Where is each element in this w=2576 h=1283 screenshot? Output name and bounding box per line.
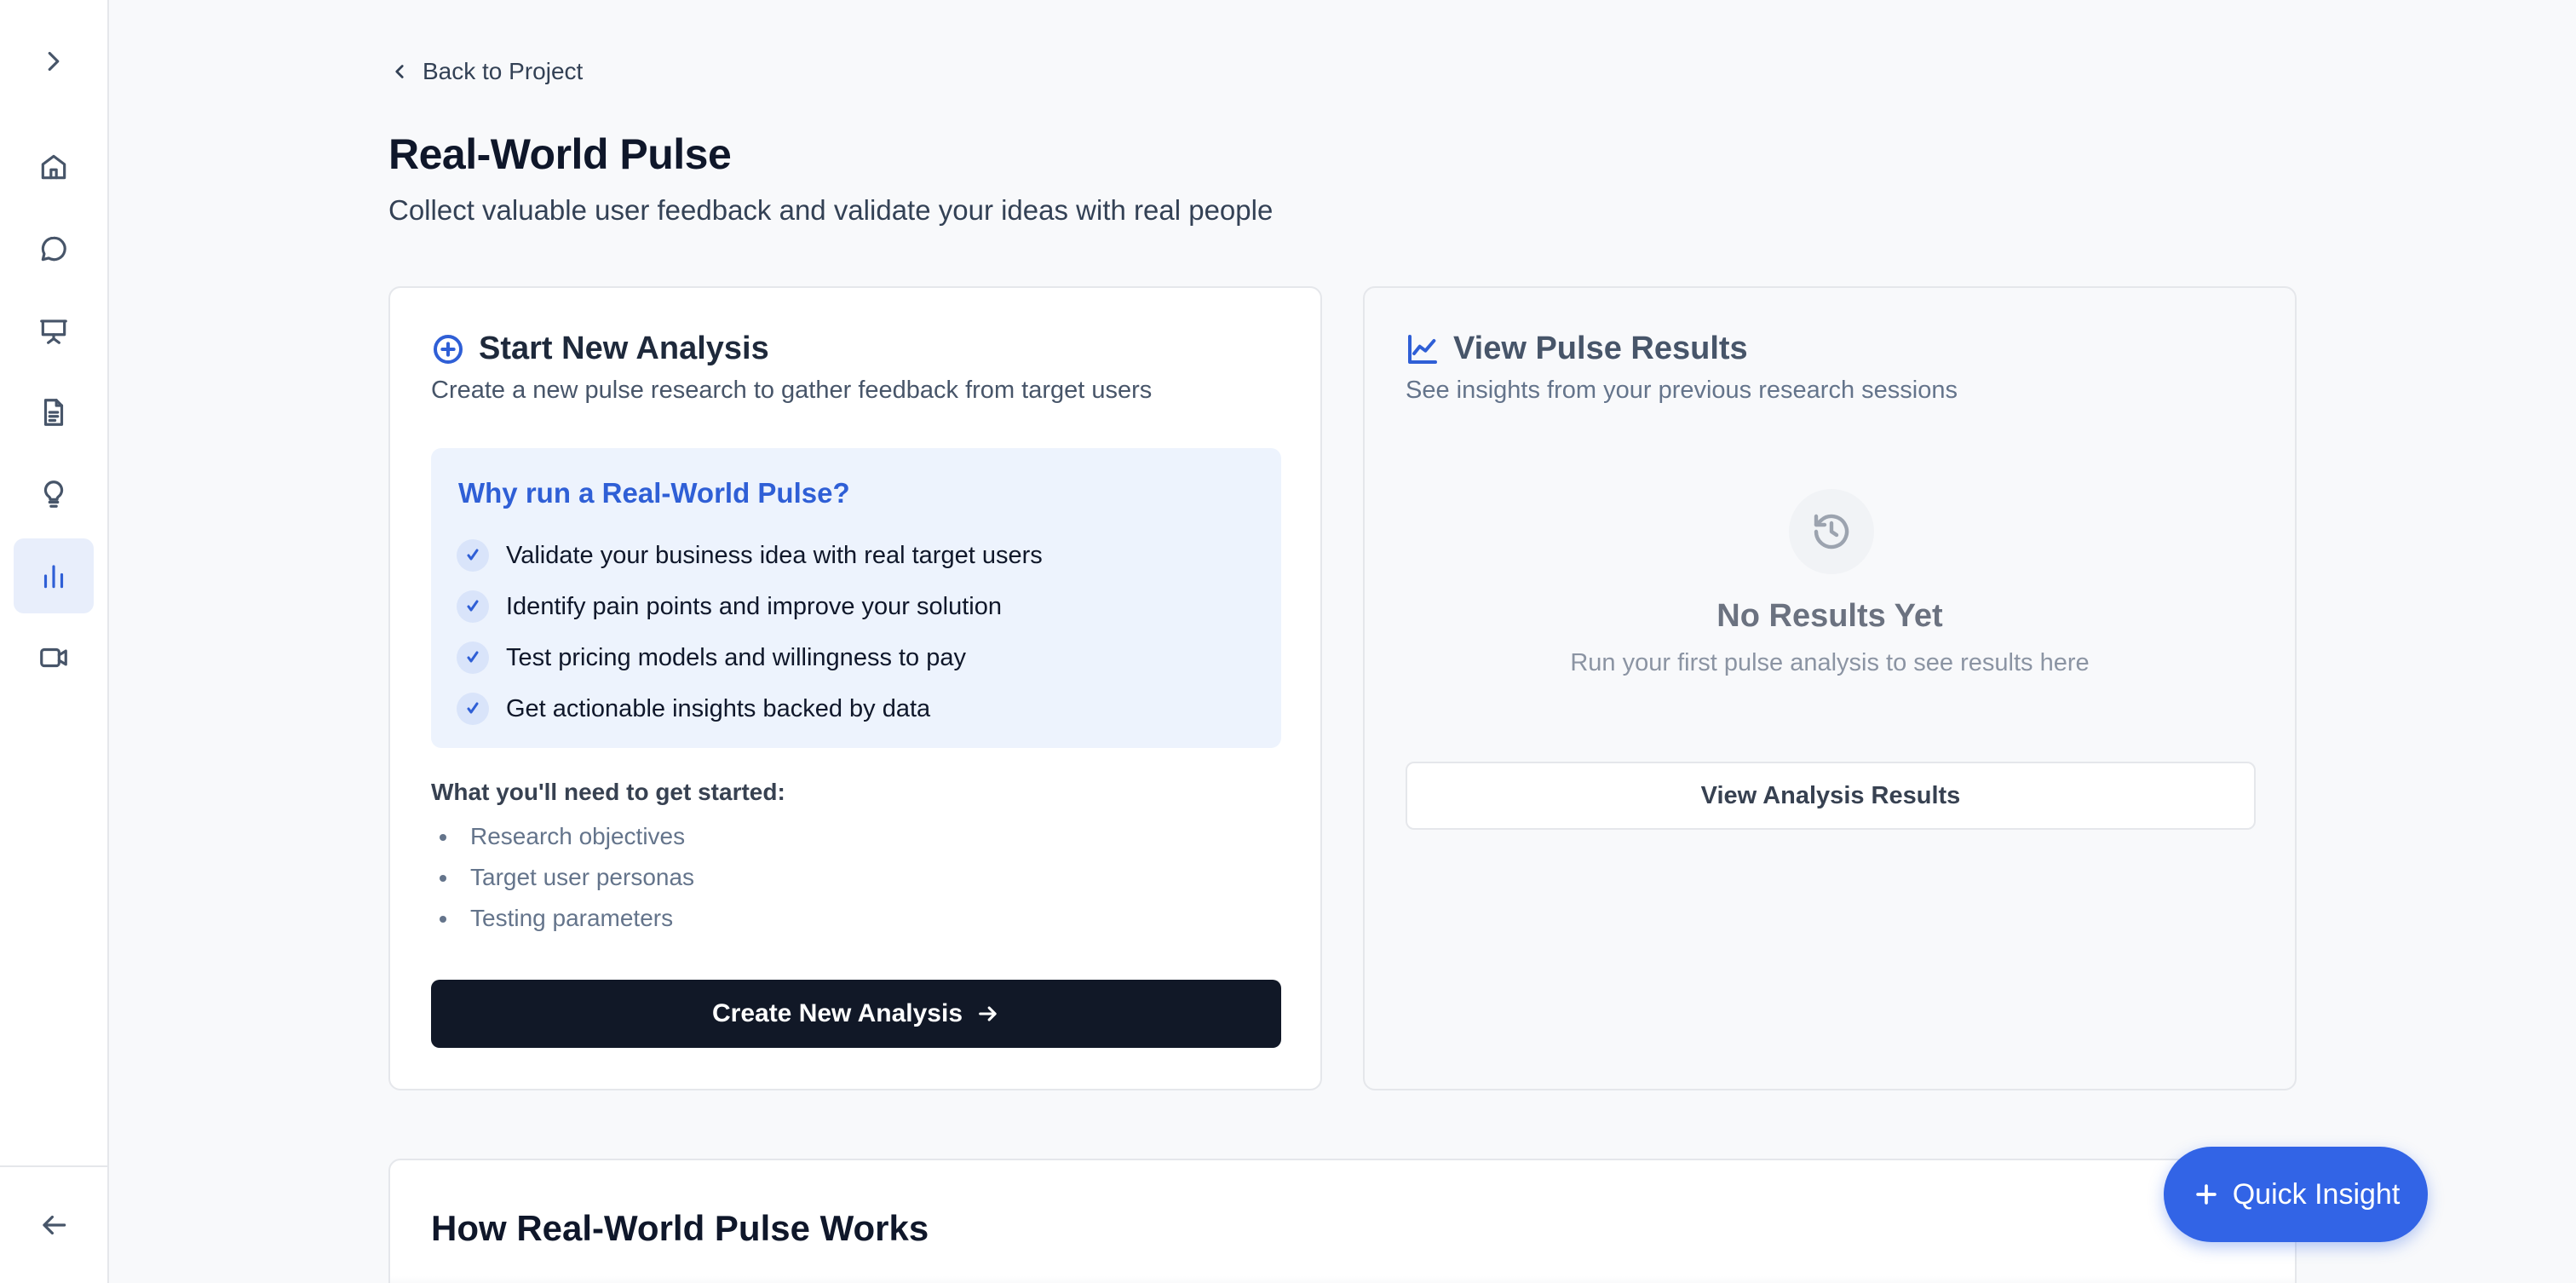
chat-icon [41,236,66,262]
requirement-item: Testing parameters [431,898,694,939]
benefit-item: Validate your business idea with real ta… [457,530,1043,581]
check-icon [457,642,489,674]
collapse-sidebar-button[interactable] [14,1188,94,1263]
sidebar-item-video[interactable] [14,620,94,695]
benefit-item: Test pricing models and willingness to p… [457,632,1043,683]
scroll-fade [390,1276,2295,1283]
start-analysis-description: Create a new pulse research to gather fe… [431,377,1153,404]
view-analysis-results-button[interactable]: View Analysis Results [1406,762,2256,830]
empty-state-description: Run your first pulse analysis to see res… [1570,649,2090,676]
line-chart-icon [1408,334,1437,364]
arrow-right-icon [979,1006,997,1021]
expand-sidebar-button[interactable] [14,24,94,99]
how-it-works-title: How Real-World Pulse Works [431,1208,929,1248]
sidebar-item-documents[interactable] [14,375,94,450]
main-content: Back to Project Real-World Pulse Collect… [109,0,2576,1283]
why-run-title: Why run a Real-World Pulse? [458,477,850,509]
requirements-list: Research objectives Target user personas… [431,816,694,939]
pulse-results-card: View Pulse Results See insights from you… [1363,286,2297,1090]
sidebar-item-presentation[interactable] [14,293,94,368]
benefit-label: Validate your business idea with real ta… [506,541,1043,569]
sidebar [0,0,109,1283]
check-icon [457,539,489,572]
check-icon [457,693,489,725]
benefit-item: Get actionable insights backed by data [457,683,1043,734]
requirements-title: What you'll need to get started: [431,779,785,805]
quick-insight-label: Quick Insight [2232,1177,2401,1211]
benefit-label: Identify pain points and improve your so… [506,592,1002,620]
bar-chart-icon [43,565,64,589]
pulse-results-header: View Pulse Results [1406,331,1748,367]
create-new-analysis-button[interactable]: Create New Analysis [431,980,1281,1048]
start-analysis-header: Start New Analysis [431,331,769,367]
check-icon [457,590,489,623]
benefit-item: Identify pain points and improve your so… [457,581,1043,632]
document-icon [43,399,64,426]
benefit-list: Validate your business idea with real ta… [457,530,1043,734]
chevron-right-icon [48,51,60,72]
pulse-results-title: View Pulse Results [1453,331,1748,366]
create-analysis-label: Create New Analysis [711,999,963,1027]
requirement-item: Target user personas [431,857,694,898]
start-analysis-card: Start New Analysis Create a new pulse re… [388,286,1322,1090]
back-link-label: Back to Project [423,58,584,84]
sidebar-item-chat[interactable] [14,211,94,286]
sidebar-item-ideas[interactable] [14,457,94,532]
history-icon [1789,489,1874,574]
how-it-works-section: How Real-World Pulse Works [388,1159,2297,1283]
page-subtitle: Collect valuable user feedback and valid… [388,194,1274,226]
video-icon [40,647,67,668]
sidebar-item-home[interactable] [14,129,94,204]
arrow-left-icon [43,1215,66,1235]
presentation-icon [40,319,67,344]
requirement-item: Research objectives [431,816,694,857]
page-title: Real-World Pulse [388,130,732,178]
plus-icon [2195,1184,2217,1205]
sidebar-item-pulse[interactable] [14,538,94,613]
why-run-box: Why run a Real-World Pulse? Validate you… [431,448,1281,748]
back-to-project-link[interactable]: Back to Project [388,56,583,87]
quick-insight-button[interactable]: Quick Insight [2164,1147,2428,1242]
pulse-results-description: See insights from your previous research… [1406,377,1958,404]
empty-state-title: No Results Yet [1716,598,1943,634]
lightbulb-icon [43,480,64,508]
benefit-label: Test pricing models and willingness to p… [506,643,966,671]
sidebar-divider [0,1165,107,1167]
home-icon [41,154,66,180]
benefit-label: Get actionable insights backed by data [506,694,931,722]
start-analysis-title: Start New Analysis [479,331,769,366]
plus-circle-icon [434,334,463,364]
chevron-left-icon [395,65,404,78]
